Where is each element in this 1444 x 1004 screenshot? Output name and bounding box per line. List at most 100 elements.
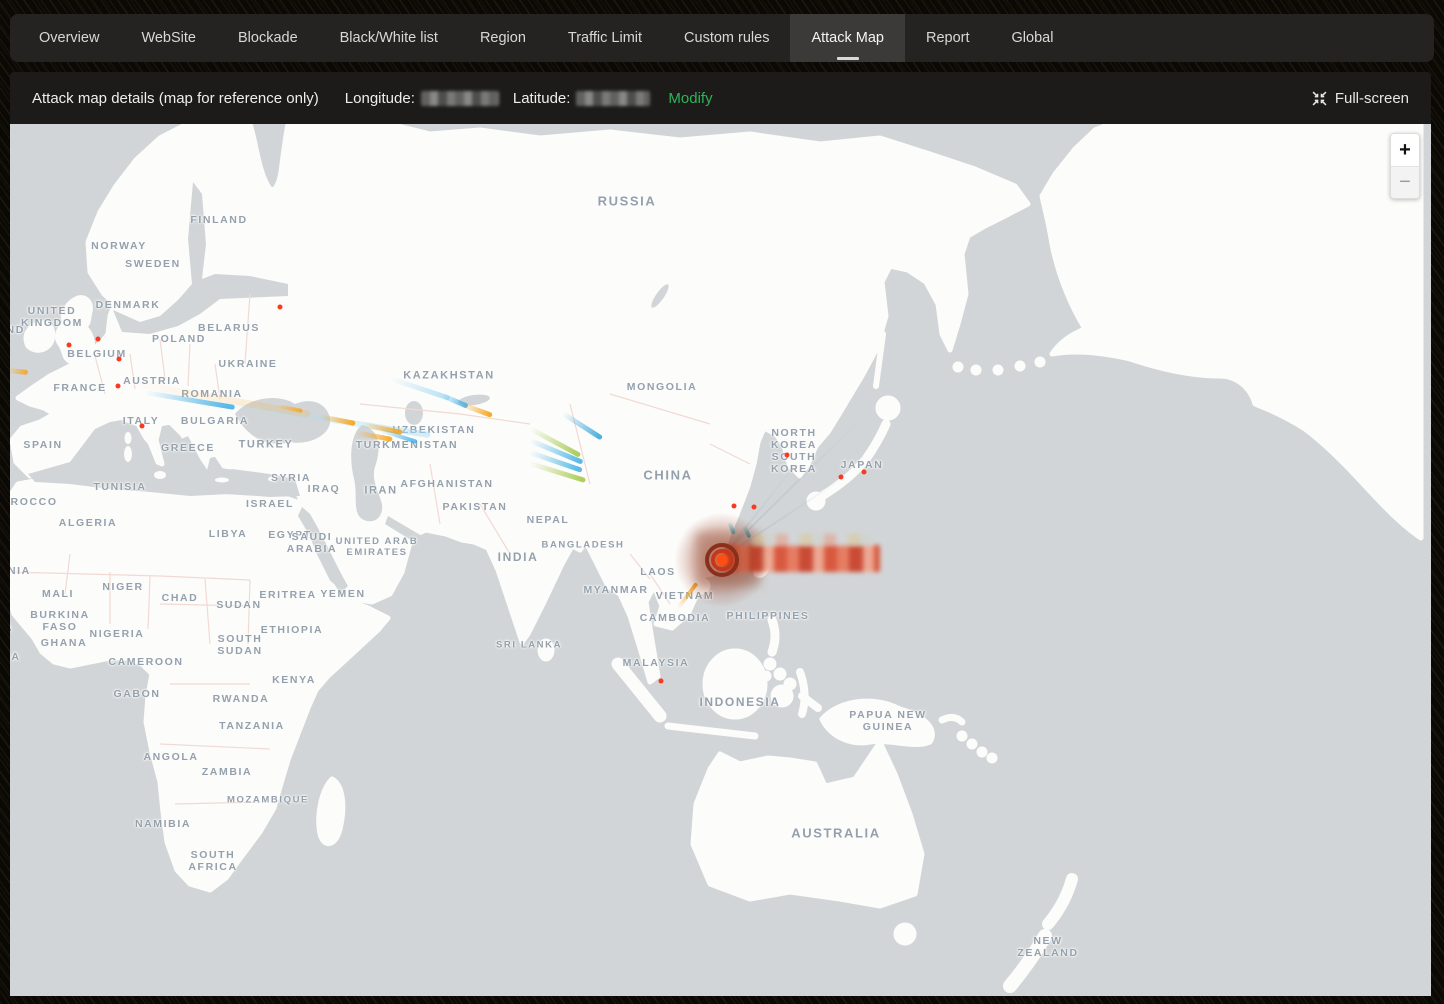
- attack-source-dot: [839, 475, 844, 480]
- attack-source-dot: [140, 424, 145, 429]
- map-label: NIGERIA: [90, 628, 145, 640]
- map-label: UNITED KINGDOM: [21, 305, 83, 329]
- map-label: TUNISIA: [93, 481, 146, 493]
- map-label: BURKINA FASO: [30, 609, 90, 633]
- attack-source-dot: [116, 384, 121, 389]
- map-label: ZAMBIA: [202, 766, 252, 778]
- attack-source-dot: [732, 504, 737, 509]
- map-label: ALGERIA: [59, 517, 117, 529]
- map-label: YEMEN: [320, 588, 365, 600]
- tab-overview[interactable]: Overview: [18, 14, 120, 62]
- latitude-label: Latitude:: [513, 90, 571, 107]
- map-label: RWANDA: [213, 693, 270, 705]
- attack-source-dot: [67, 343, 72, 348]
- tab-global[interactable]: Global: [991, 14, 1075, 62]
- tab-custom-rules[interactable]: Custom rules: [663, 14, 790, 62]
- tab-region[interactable]: Region: [459, 14, 547, 62]
- map-label: SOUTH SUDAN: [217, 633, 262, 657]
- attack-trace: [562, 411, 604, 440]
- attack-source-dot: [862, 470, 867, 475]
- top-nav-bar: OverviewWebSiteBlockadeBlack/White listR…: [10, 14, 1434, 62]
- attack-source-dot: [278, 305, 283, 310]
- map-label: FINLAND: [190, 214, 247, 226]
- fullscreen-label: Full-screen: [1335, 90, 1409, 107]
- map-label: LAOS: [640, 566, 676, 578]
- map-label: MOROCCO: [10, 496, 58, 508]
- map-label: UNITED ARAB EMIRATES: [336, 537, 419, 559]
- map-label: NEW ZEALAND: [1017, 935, 1078, 959]
- map-label: BANGLADESH: [541, 541, 624, 552]
- map-label: SAUDI ARABIA: [287, 531, 337, 555]
- attack-source-dot: [117, 357, 122, 362]
- attack-map-toolbar: Attack map details (map for reference on…: [10, 72, 1431, 124]
- map-label: IRAQ: [308, 483, 341, 495]
- longitude-value-redacted: [421, 91, 499, 106]
- map-label: MONGOLIA: [627, 381, 698, 393]
- map-label: TURKEY: [239, 439, 294, 452]
- map-label: SPAIN: [23, 439, 62, 451]
- map-label: UKRAINE: [218, 358, 277, 370]
- tab-blockade[interactable]: Blockade: [217, 14, 319, 62]
- attack-source-dot: [96, 337, 101, 342]
- map-label: ERITREA: [259, 589, 316, 601]
- map-label: LIBYA: [209, 528, 248, 540]
- latitude-value-redacted: [576, 91, 650, 106]
- map-label: KAZAKHSTAN: [403, 370, 495, 383]
- map-label: SUDAN: [216, 599, 261, 611]
- attack-source-dot: [785, 453, 790, 458]
- tab-attack-map[interactable]: Attack Map: [790, 14, 905, 62]
- map-label: SWEDEN: [125, 258, 181, 270]
- attack-map[interactable]: RUSSIAFINLANDNORWAYSWEDENDENMARKUNITED K…: [10, 124, 1431, 996]
- tab-black-white-list[interactable]: Black/White list: [319, 14, 459, 62]
- map-label: PHILIPPINES: [727, 610, 810, 622]
- modify-link[interactable]: Modify: [668, 90, 712, 107]
- map-label: GREECE: [161, 442, 215, 454]
- page-title: Attack map details (map for reference on…: [32, 90, 319, 107]
- map-label: AFGHANISTAN: [400, 478, 493, 490]
- attack-trace: [461, 402, 493, 418]
- map-label: SYRIA: [271, 472, 311, 484]
- map-label: LIBERIA: [10, 651, 21, 663]
- map-label: GABON: [113, 688, 160, 700]
- zoom-out-button[interactable]: −: [1391, 166, 1419, 198]
- attack-source-dot: [659, 679, 664, 684]
- target-marker-ring: [717, 555, 728, 566]
- fullscreen-icon: [1312, 91, 1327, 106]
- map-label: CAMBODIA: [640, 612, 711, 624]
- tab-traffic-limit[interactable]: Traffic Limit: [547, 14, 663, 62]
- map-label: SOUTH KOREA: [771, 451, 817, 475]
- map-label: PAKISTAN: [443, 501, 508, 513]
- map-label: RUSSIA: [598, 195, 657, 210]
- map-label: NIGER: [102, 581, 143, 593]
- map-label: ISRAEL: [246, 498, 294, 510]
- map-label: INDIA: [498, 551, 539, 565]
- map-label: SRI LANKA: [496, 641, 562, 652]
- map-label: TANZANIA: [219, 720, 285, 732]
- map-label: NAMIBIA: [135, 818, 191, 830]
- map-label: MALI: [42, 588, 74, 600]
- map-label: MALAYSIA: [623, 657, 690, 669]
- zoom-in-button[interactable]: +: [1391, 134, 1419, 166]
- attack-trace: [10, 368, 28, 375]
- map-label: BELARUS: [198, 322, 260, 334]
- tab-website[interactable]: WebSite: [120, 14, 217, 62]
- censored-target-text-2: [752, 534, 872, 546]
- map-label: BULGARIA: [181, 415, 249, 427]
- map-label: MYANMAR: [583, 584, 648, 596]
- map-label: SOUTH AFRICA: [188, 849, 237, 873]
- map-label: CHINA: [643, 469, 692, 484]
- tab-report[interactable]: Report: [905, 14, 991, 62]
- fullscreen-button[interactable]: Full-screen: [1312, 90, 1409, 107]
- map-label: POLAND: [152, 333, 206, 345]
- map-zoom-control: + −: [1390, 133, 1420, 199]
- map-label: IRAN: [364, 485, 397, 498]
- map-label: ETHIOPIA: [261, 624, 323, 636]
- map-label: DENMARK: [96, 299, 161, 311]
- map-label: ANGOLA: [143, 751, 198, 763]
- map-label: MAURITANIA: [10, 565, 31, 577]
- map-label: INDONESIA: [699, 696, 780, 710]
- map-label: GUINEA: [10, 622, 13, 634]
- map-label: NORTH KOREA: [771, 427, 817, 451]
- map-label: CHAD: [162, 592, 199, 604]
- map-label: PAPUA NEW GUINEA: [849, 709, 926, 733]
